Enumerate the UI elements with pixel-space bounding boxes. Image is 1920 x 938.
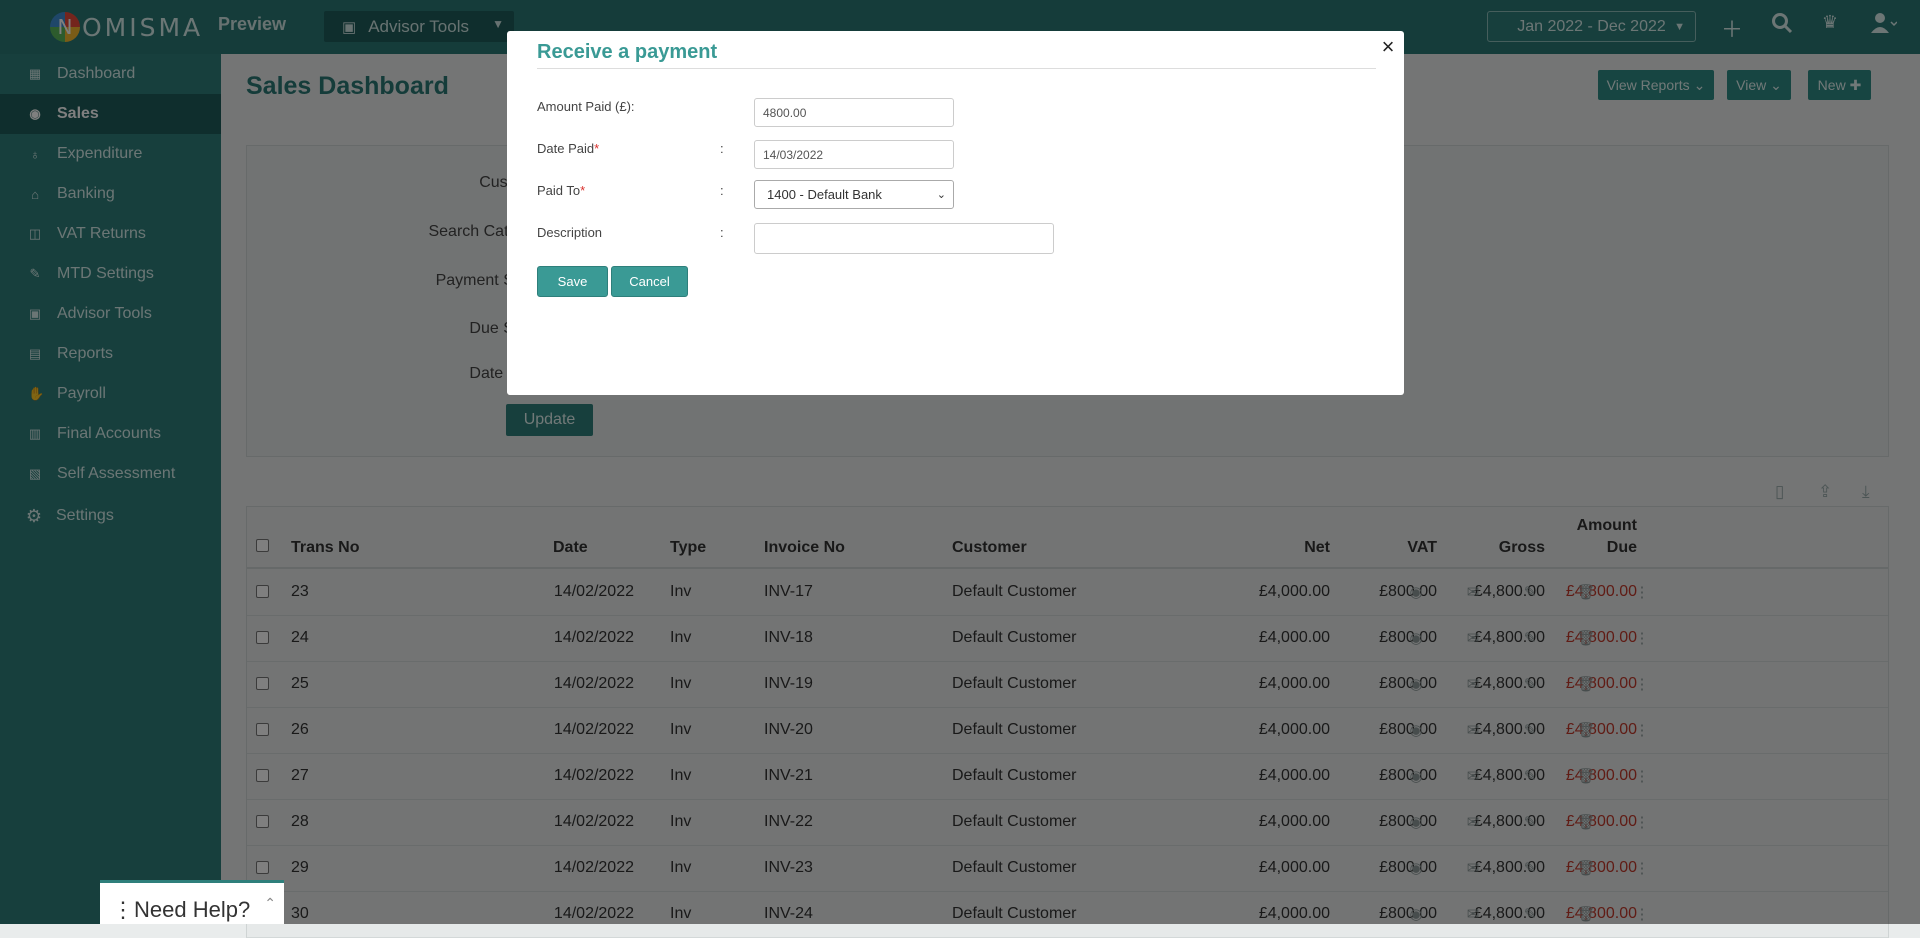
paid-to-label: Paid To* [537,183,585,198]
required-mark: * [594,141,600,156]
need-help-text: Need Help? [134,897,251,922]
description-input[interactable] [754,223,1054,254]
need-help-widget[interactable]: ⋮Need Help? ⌃ [100,880,284,924]
paid-to-text: Paid To [537,183,581,198]
modal-title: Receive a payment [537,41,718,63]
amount-paid-input[interactable] [754,98,954,127]
cancel-button[interactable]: Cancel [611,266,688,297]
paid-to-value: 1400 - Default Bank [767,187,882,202]
close-icon[interactable]: × [1376,34,1400,60]
modal-divider [537,68,1376,69]
description-label: Description [537,225,603,240]
colon: : [720,141,724,156]
date-paid-label: Date Paid* [537,141,599,156]
colon: : [720,183,724,198]
paid-to-select[interactable]: 1400 - Default Bank ⌄ [754,180,954,209]
amount-paid-label: Amount Paid (£): [537,99,635,114]
chevron-down-icon: ⌄ [936,189,946,201]
date-paid-text: Date Paid [537,141,595,156]
chevron-up-icon[interactable]: ⌃ [264,895,276,912]
save-button[interactable]: Save [537,266,608,297]
date-paid-input[interactable] [754,140,954,169]
receive-payment-modal: Receive a payment × Amount Paid (£): Dat… [507,31,1404,395]
colon: : [720,225,724,240]
required-mark: * [580,183,586,198]
need-help-label: ⋮Need Help? [112,897,251,922]
